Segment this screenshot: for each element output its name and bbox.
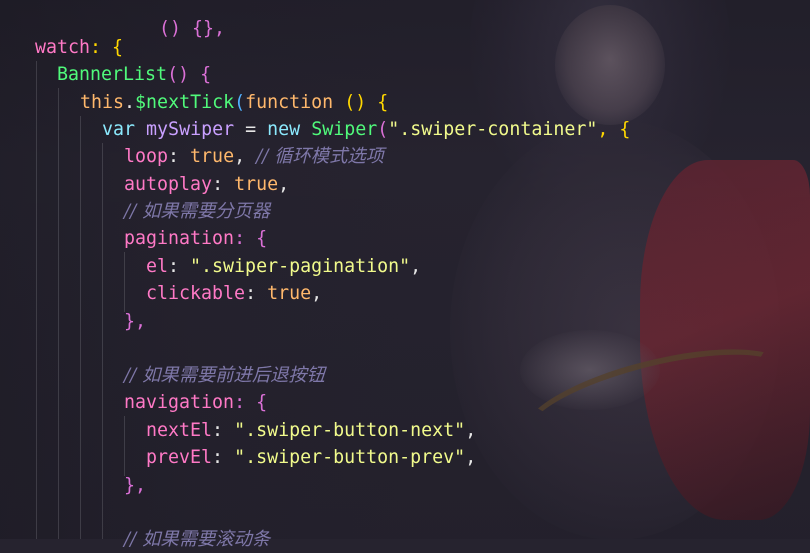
code-line: clickable: true, (146, 280, 322, 307)
code-token: function (245, 92, 334, 113)
code-line: BannerList() { (57, 61, 211, 88)
code-token: var (102, 119, 136, 140)
code-comment: // 如果需要前进后退按钮 (124, 365, 325, 386)
code-token: nextEl (146, 420, 213, 441)
code-token: : (212, 420, 235, 441)
code-token: new (267, 119, 301, 140)
code-token: clickable (146, 283, 246, 304)
code-token: () { (333, 92, 389, 113)
code-line: // 如果需要滚动条 (124, 526, 270, 553)
code-token: mySwiper (146, 119, 235, 140)
code-token: , (311, 283, 323, 304)
code-token: navigation (124, 392, 235, 413)
code-token: }, (124, 475, 147, 496)
indent-guide (102, 143, 103, 539)
indent-guide (80, 116, 81, 539)
code-token: : (212, 174, 235, 195)
code-line: }, (124, 472, 146, 499)
code-token: : (168, 146, 191, 167)
code-token: pagination (124, 228, 235, 249)
code-token: , (410, 256, 422, 277)
code-token: el (146, 256, 169, 277)
code-line: // 如果需要分页器 (124, 198, 270, 225)
code-token: : (212, 447, 235, 468)
code-comment: // 循环模式选项 (256, 146, 384, 167)
code-token: true (190, 146, 235, 167)
code-token: loop (124, 146, 169, 167)
code-token: , (465, 420, 477, 441)
code-token: : { (234, 392, 268, 413)
code-token: $nextTick (135, 92, 235, 113)
code-token: ".swiper-button-next" (234, 420, 466, 441)
code-line: () {}, (115, 0, 225, 39)
code-token: : (245, 283, 268, 304)
code-token: . (124, 92, 136, 113)
code-token: true (234, 174, 279, 195)
code-token: watch (35, 37, 91, 58)
code-line: autoplay: true, (124, 171, 289, 198)
code-token: }, (124, 311, 147, 332)
code-token: true (267, 283, 312, 304)
code-line: pagination: { (124, 225, 267, 252)
code-line: nextEl: ".swiper-button-next", (146, 417, 476, 444)
code-line: this.$nextTick(function () { (80, 89, 388, 116)
code-line: navigation: { (124, 389, 267, 416)
code-token: : { (234, 228, 268, 249)
code-token: autoplay (124, 174, 213, 195)
code-line: prevEl: ".swiper-button-prev", (146, 444, 476, 471)
code-token: ( (377, 119, 389, 140)
code-token: ".swiper-container" (388, 119, 598, 140)
indent-guide (124, 416, 125, 476)
code-token: this (80, 92, 125, 113)
code-line: // 如果需要前进后退按钮 (124, 362, 325, 389)
code-token: prevEl (146, 447, 213, 468)
code-line: loop: true, // 循环模式选项 (124, 143, 384, 170)
code-line: var mySwiper = new Swiper(".swiper-conta… (102, 116, 630, 143)
code-token: , (234, 146, 257, 167)
code-token: ".swiper-pagination" (190, 256, 411, 277)
code-line: }, (124, 308, 146, 335)
indent-guide (36, 61, 37, 539)
code-token: : { (90, 37, 124, 58)
code-token: ".swiper-button-prev" (234, 447, 466, 468)
code-token: : (168, 256, 191, 277)
code-line: watch: { (35, 34, 123, 61)
code-editor[interactable]: () {}, watch: { BannerList() { this.$nex… (0, 0, 810, 550)
code-token: ( (234, 92, 246, 113)
code-token: Swiper (311, 119, 378, 140)
code-token: , (278, 174, 290, 195)
indent-guide (58, 88, 59, 539)
code-token: BannerList (57, 64, 168, 85)
code-line: el: ".swiper-pagination", (146, 253, 421, 280)
code-token: = (234, 119, 268, 140)
code-token: , (465, 447, 477, 468)
code-token: () {}, (159, 18, 226, 39)
code-comment: // 如果需要分页器 (124, 201, 271, 222)
code-comment: // 如果需要滚动条 (124, 529, 271, 550)
code-token: , { (597, 119, 631, 140)
indent-guide (124, 252, 125, 312)
code-token: () { (167, 64, 212, 85)
